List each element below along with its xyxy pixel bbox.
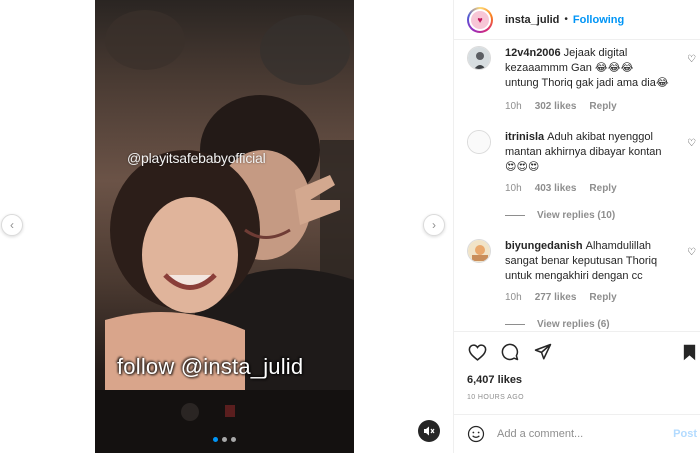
comment-time: 10h: [505, 292, 522, 303]
avatar-image: [468, 47, 490, 69]
photo-illustration: [95, 10, 354, 453]
like-count[interactable]: 6,407 likes: [467, 374, 522, 386]
commenter-avatar[interactable]: [467, 46, 491, 70]
comment-text: 12v4n2006 Jejaak digital kezaaammm Gan 😂😂…: [505, 46, 670, 91]
comment-like-icon[interactable]: ♡: [687, 54, 696, 65]
reply-button[interactable]: Reply: [589, 292, 616, 303]
action-icons: [467, 342, 553, 362]
mute-button[interactable]: [418, 420, 440, 442]
commenter-avatar[interactable]: [467, 130, 491, 154]
emoji-icon[interactable]: [467, 425, 485, 443]
comment-input[interactable]: [497, 428, 657, 440]
comment-likes[interactable]: 302 likes: [535, 101, 577, 112]
reply-button[interactable]: Reply: [589, 183, 616, 194]
post-header: ♥ insta_julid • Following: [454, 0, 700, 40]
header-separator: •: [564, 14, 568, 25]
media-pane: @playitsafebabyofficial follow @insta_ju…: [0, 0, 453, 453]
commenter-avatar[interactable]: [467, 239, 491, 263]
comment-username[interactable]: 12v4n2006: [505, 47, 561, 59]
author-avatar[interactable]: ♥: [467, 6, 493, 33]
bookmark-icon: [683, 344, 695, 360]
post-sidebar: ♥ insta_julid • Following 12v4n2006 Jejaa…: [453, 0, 700, 453]
carousel-dot: [222, 437, 227, 442]
author-username[interactable]: insta_julid: [505, 14, 559, 26]
carousel-indicator: [213, 437, 236, 442]
comment-username[interactable]: itrinisla: [505, 131, 544, 143]
comment-meta: 10h 277 likes Reply: [505, 292, 617, 303]
comment-likes[interactable]: 277 likes: [535, 292, 577, 303]
comment-text: itrinisla Aduh akibat nyenggol mantan akh…: [505, 130, 670, 175]
reply-button[interactable]: Reply: [589, 101, 616, 112]
comment-item: biyungedanish Alhamdulillah sangat benar …: [467, 239, 697, 331]
chevron-right-icon: ›: [432, 218, 436, 232]
avatar-image: [468, 240, 490, 262]
replies-divider: [505, 324, 525, 325]
comment-like-icon[interactable]: ♡: [687, 247, 696, 258]
carousel-dot: [231, 437, 236, 442]
carousel-prev-button[interactable]: ‹: [1, 214, 23, 236]
comments-list[interactable]: 12v4n2006 Jejaak digital kezaaammm Gan 😂😂…: [454, 40, 700, 331]
heart-icon: [468, 343, 486, 361]
post-timestamp: 10 HOURS AGO: [467, 394, 524, 401]
comment-item: 12v4n2006 Jejaak digital kezaaammm Gan 😂😂…: [467, 46, 697, 116]
comment-time: 10h: [505, 183, 522, 194]
post-comment-button[interactable]: Post: [673, 428, 697, 440]
add-comment-bar: Post: [454, 414, 700, 453]
post-actions: 6,407 likes 10 HOURS AGO: [454, 331, 700, 413]
following-button[interactable]: Following: [573, 14, 624, 26]
share-button[interactable]: [533, 342, 553, 362]
photo-caption-overlay: follow @insta_julid: [117, 354, 304, 379]
carousel-next-button[interactable]: ›: [423, 214, 445, 236]
comment-username[interactable]: biyungedanish: [505, 240, 583, 252]
instagram-post-view: @playitsafebabyofficial follow @insta_ju…: [0, 0, 700, 453]
comment-icon: [501, 343, 519, 361]
view-replies-label: View replies (6): [537, 319, 610, 330]
comment-item: itrinisla Aduh akibat nyenggol mantan akh…: [467, 130, 697, 230]
comment-meta: 10h 403 likes Reply: [505, 183, 617, 194]
comment-meta: 10h 302 likes Reply: [505, 101, 617, 112]
carousel-dot: [213, 437, 218, 442]
view-replies-button[interactable]: View replies (6): [505, 319, 610, 330]
comment-time: 10h: [505, 101, 522, 112]
comment-button[interactable]: [500, 342, 520, 362]
comment-like-icon[interactable]: ♡: [687, 138, 696, 149]
view-replies-button[interactable]: View replies (10): [505, 210, 615, 221]
chevron-left-icon: ‹: [10, 218, 14, 232]
avatar-image: ♥: [471, 10, 489, 29]
view-replies-label: View replies (10): [537, 210, 616, 221]
like-button[interactable]: [467, 342, 487, 362]
photo-watermark: @playitsafebabyofficial: [127, 150, 266, 166]
save-button[interactable]: [679, 342, 699, 362]
comment-likes[interactable]: 403 likes: [535, 183, 577, 194]
post-photo[interactable]: @playitsafebabyofficial follow @insta_ju…: [95, 0, 354, 453]
avatar-image: [468, 131, 490, 153]
comment-text: biyungedanish Alhamdulillah sangat benar …: [505, 239, 670, 284]
replies-divider: [505, 215, 525, 216]
mute-icon: [424, 426, 435, 436]
share-icon: [534, 343, 552, 360]
